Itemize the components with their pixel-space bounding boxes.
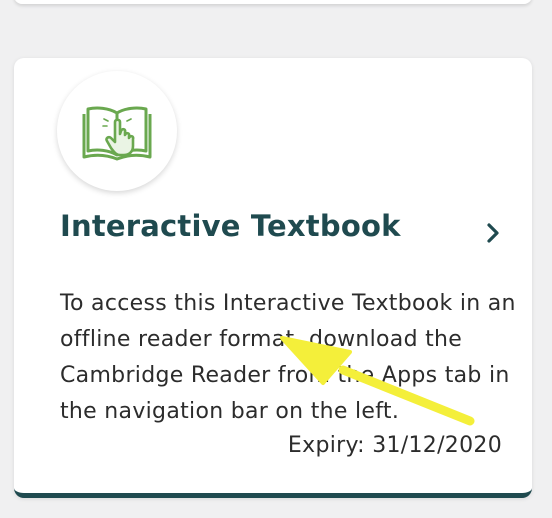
expiry-date: Expiry: 31/12/2020 xyxy=(287,433,502,458)
card-description: To access this Interactive Textbook in a… xyxy=(60,291,516,424)
card-title[interactable]: Interactive Textbook xyxy=(60,209,401,243)
book-pointer-icon xyxy=(82,106,152,161)
previous-card-edge xyxy=(14,0,532,4)
chevron-right-icon xyxy=(487,223,499,243)
interactive-textbook-card[interactable]: Interactive Textbook To access this Inte… xyxy=(14,58,532,498)
resource-icon-badge xyxy=(57,71,177,191)
open-textbook-button[interactable] xyxy=(476,216,510,250)
